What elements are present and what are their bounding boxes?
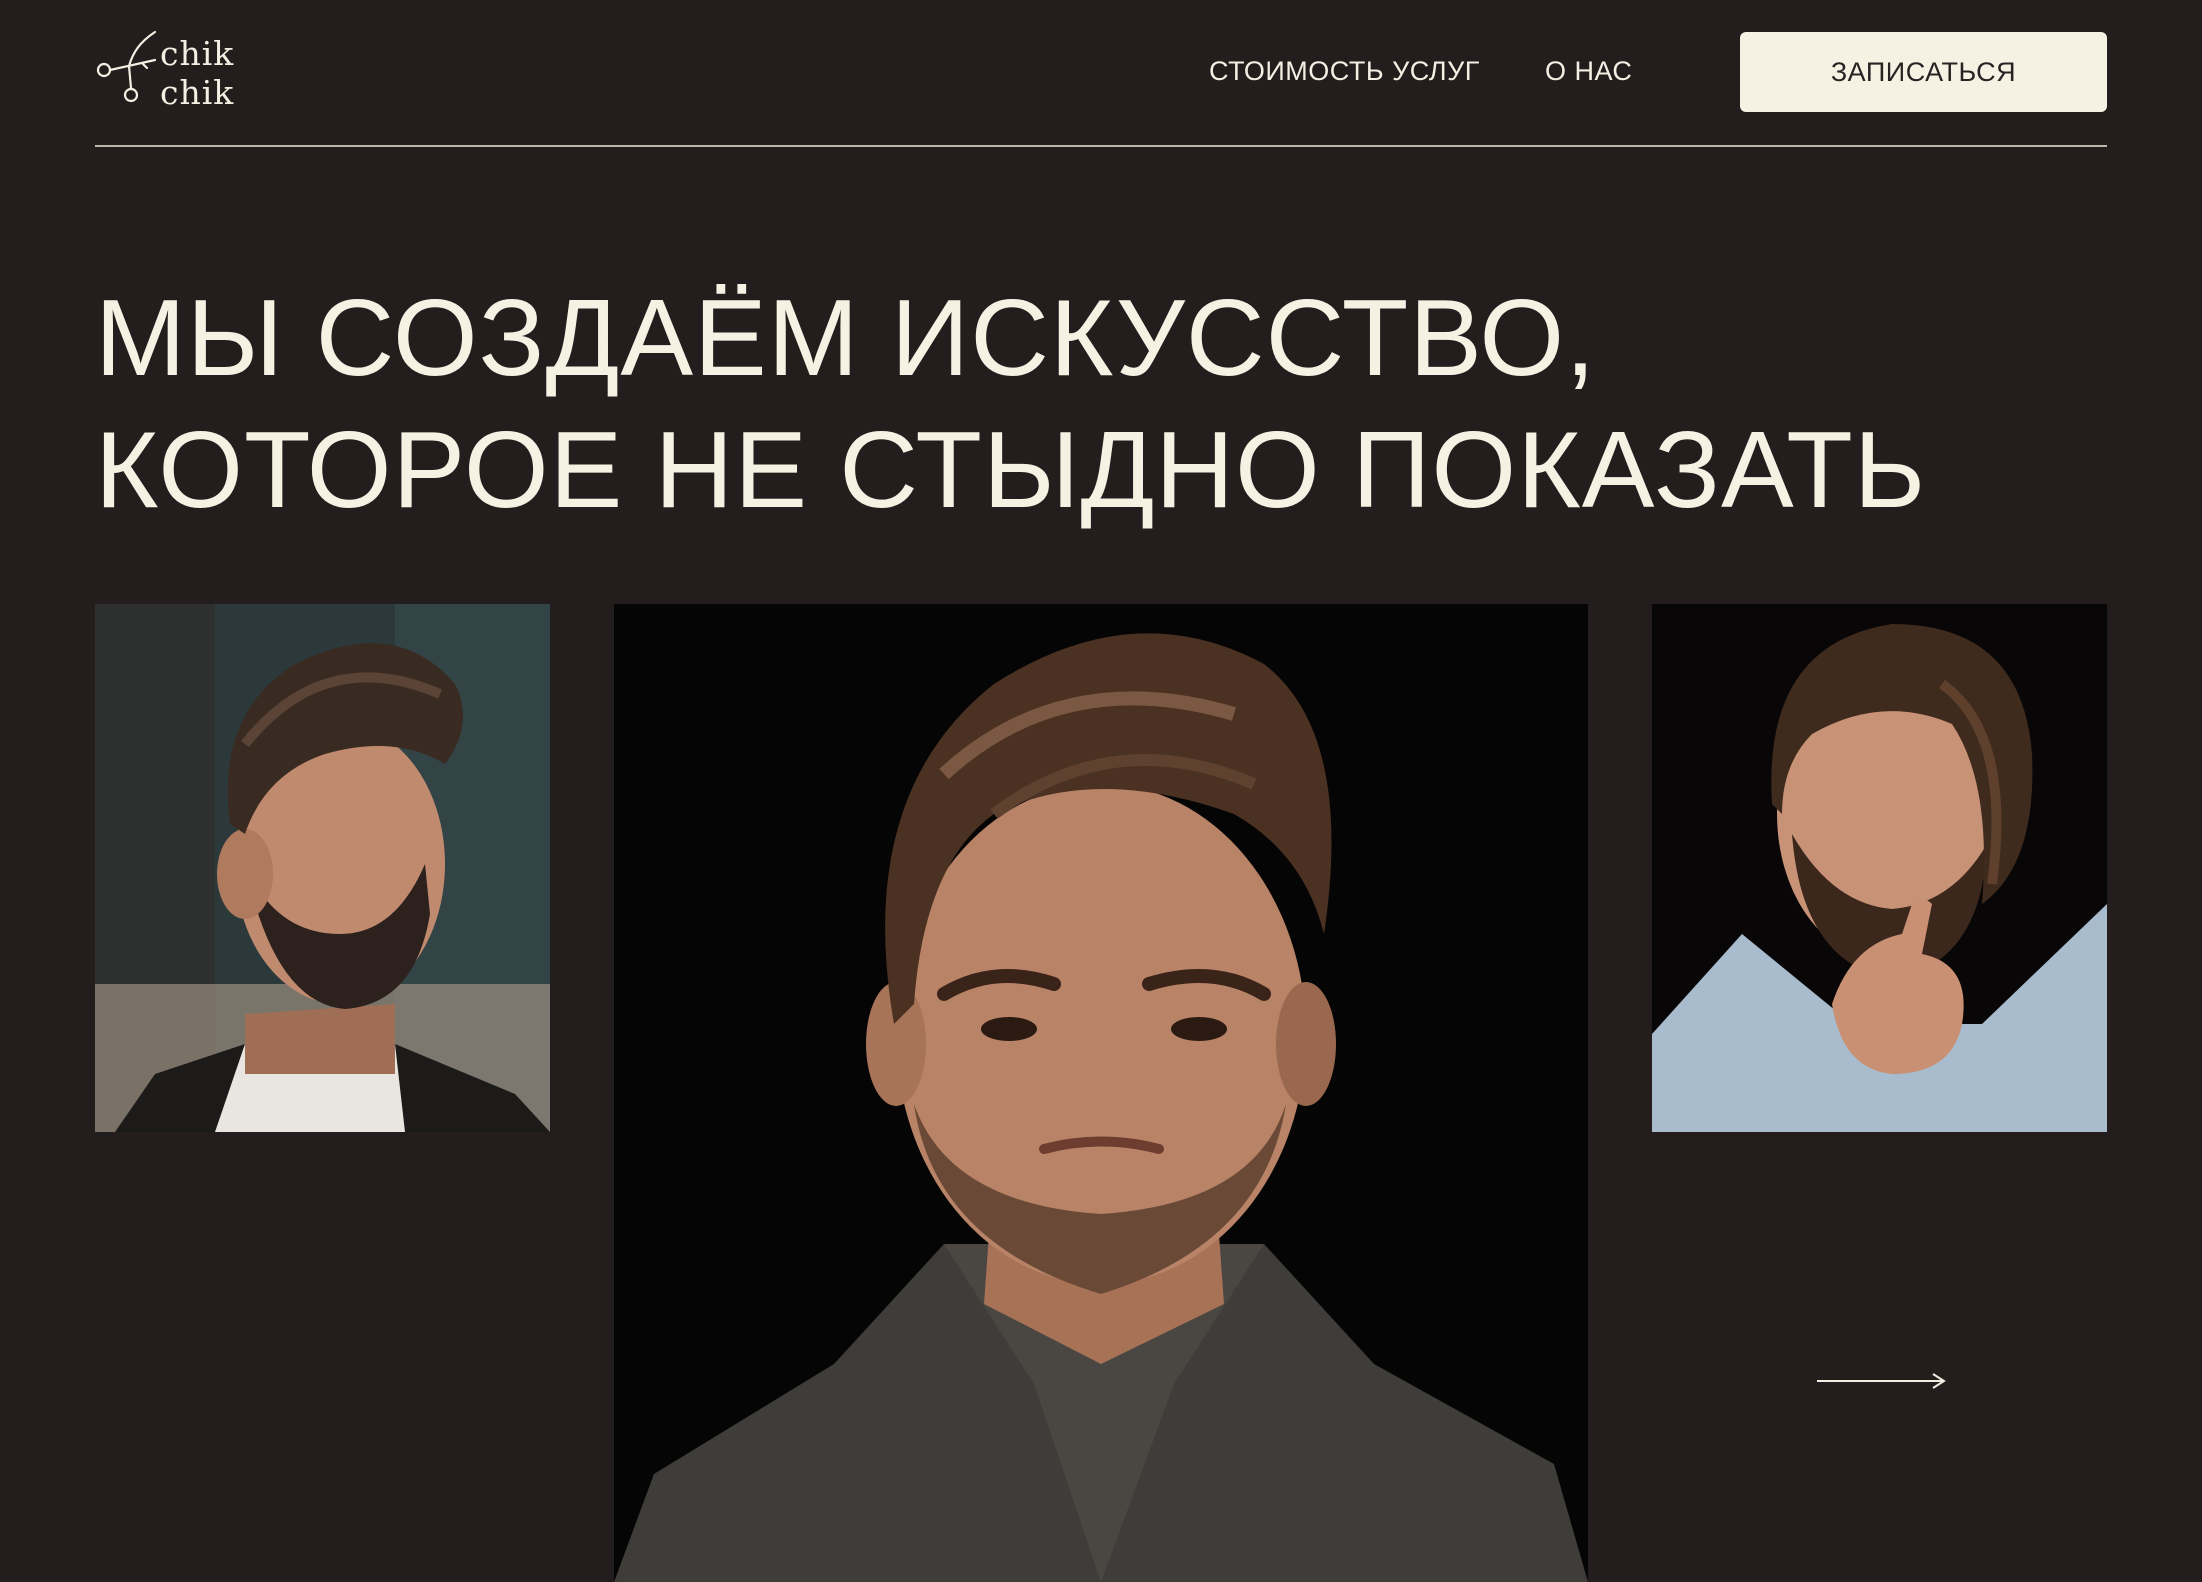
nav-link-about[interactable]: О НАС [1545, 56, 1632, 87]
man-with-brown-hair-in-knit-sweater-photo [614, 604, 1588, 1582]
hero-title-line-1: МЫ СОЗДАЁМ ИСКУССТВО, [95, 277, 1597, 399]
hero-title: МЫ СОЗДАЁМ ИСКУССТВО, КОТОРОЕ НЕ СТЫДНО … [95, 272, 1926, 536]
scissors-icon [96, 30, 157, 103]
man-with-quiff-and-beard-photo [95, 604, 550, 1132]
logo-line-1: chik [160, 34, 235, 73]
logo-line-2: chik [160, 73, 235, 112]
site-header: chik chik СТОИМОСТЬ УСЛУГ О НАС ЗАПИСАТЬ… [95, 0, 2107, 147]
bearded-man-thinking-photo [1652, 604, 2107, 1132]
nav-link-prices[interactable]: СТОИМОСТЬ УСЛУГ [1209, 56, 1480, 87]
hero-title-line-2: КОТОРОЕ НЕ СТЫДНО ПОКАЗАТЬ [95, 409, 1927, 531]
book-appointment-button[interactable]: ЗАПИСАТЬСЯ [1740, 32, 2107, 112]
logo-text: chik chik [160, 34, 234, 112]
landing-page: chik chik СТОИМОСТЬ УСЛУГ О НАС ЗАПИСАТЬ… [0, 0, 2202, 1582]
logo[interactable]: chik chik [95, 30, 235, 118]
arrow-right-icon[interactable] [1817, 1372, 1947, 1390]
